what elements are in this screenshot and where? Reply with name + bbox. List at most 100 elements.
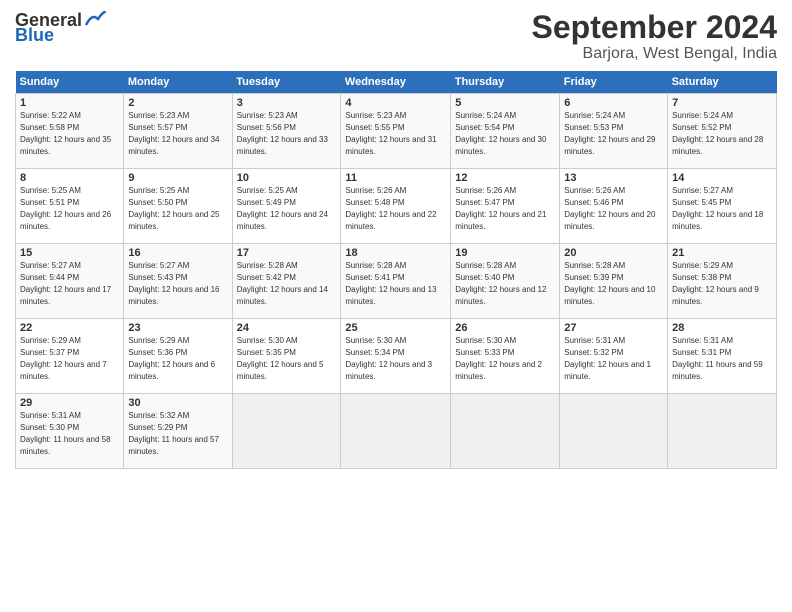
day-info: Sunrise: 5:28 AMSunset: 5:40 PMDaylight:… bbox=[455, 261, 546, 305]
calendar-cell: 28Sunrise: 5:31 AMSunset: 5:31 PMDayligh… bbox=[668, 319, 777, 394]
calendar-cell: 4 Sunrise: 5:23 AMSunset: 5:55 PMDaylight… bbox=[341, 94, 451, 169]
day-number: 18 bbox=[345, 247, 446, 259]
page-container: General Blue September 2024 Barjora, Wes… bbox=[0, 0, 792, 612]
calendar-week-2: 8 Sunrise: 5:25 AMSunset: 5:51 PMDaylight… bbox=[16, 169, 777, 244]
day-info: Sunrise: 5:27 AMSunset: 5:45 PMDaylight:… bbox=[672, 186, 763, 230]
calendar-cell: 21 Sunrise: 5:29 AMSunset: 5:38 PMDayligh… bbox=[668, 244, 777, 319]
calendar-week-3: 15Sunrise: 5:27 AMSunset: 5:44 PMDayligh… bbox=[16, 244, 777, 319]
col-tuesday: Tuesday bbox=[232, 71, 341, 94]
col-saturday: Saturday bbox=[668, 71, 777, 94]
calendar-cell: 18 Sunrise: 5:28 AMSunset: 5:41 PMDayligh… bbox=[341, 244, 451, 319]
calendar-cell: 16 Sunrise: 5:27 AMSunset: 5:43 PMDayligh… bbox=[124, 244, 232, 319]
day-number: 3 bbox=[237, 97, 337, 109]
calendar-cell: 13Sunrise: 5:26 AMSunset: 5:46 PMDayligh… bbox=[560, 169, 668, 244]
location-title: Barjora, West Bengal, India bbox=[532, 45, 777, 63]
day-number: 22 bbox=[20, 322, 119, 334]
day-info: Sunrise: 5:32 AMSunset: 5:29 PMDaylight:… bbox=[128, 411, 219, 455]
day-info: Sunrise: 5:27 AMSunset: 5:43 PMDaylight:… bbox=[128, 261, 219, 305]
day-number: 1 bbox=[20, 97, 119, 109]
calendar-cell: 5Sunrise: 5:24 AMSunset: 5:54 PMDaylight… bbox=[451, 94, 560, 169]
day-number: 24 bbox=[237, 322, 337, 334]
day-number: 27 bbox=[564, 322, 663, 334]
calendar-cell: 12Sunrise: 5:26 AMSunset: 5:47 PMDayligh… bbox=[451, 169, 560, 244]
logo: General Blue bbox=[15, 10, 106, 46]
month-title: September 2024 bbox=[532, 10, 777, 45]
header: General Blue September 2024 Barjora, Wes… bbox=[15, 10, 777, 63]
day-number: 20 bbox=[564, 247, 663, 259]
calendar-table: Sunday Monday Tuesday Wednesday Thursday… bbox=[15, 71, 777, 469]
calendar-cell: 23Sunrise: 5:29 AMSunset: 5:36 PMDayligh… bbox=[124, 319, 232, 394]
col-wednesday: Wednesday bbox=[341, 71, 451, 94]
day-info: Sunrise: 5:30 AMSunset: 5:34 PMDaylight:… bbox=[345, 336, 432, 380]
day-info: Sunrise: 5:30 AMSunset: 5:35 PMDaylight:… bbox=[237, 336, 324, 380]
calendar-cell: 22Sunrise: 5:29 AMSunset: 5:37 PMDayligh… bbox=[16, 319, 124, 394]
logo-icon bbox=[84, 11, 106, 27]
calendar-cell: 20 Sunrise: 5:28 AMSunset: 5:39 PMDayligh… bbox=[560, 244, 668, 319]
calendar-cell: 10 Sunrise: 5:25 AMSunset: 5:49 PMDayligh… bbox=[232, 169, 341, 244]
day-number: 17 bbox=[237, 247, 337, 259]
calendar-body: 1Sunrise: 5:22 AMSunset: 5:58 PMDaylight… bbox=[16, 94, 777, 469]
calendar-cell: 17Sunrise: 5:28 AMSunset: 5:42 PMDayligh… bbox=[232, 244, 341, 319]
calendar-cell: 29Sunrise: 5:31 AMSunset: 5:30 PMDayligh… bbox=[16, 394, 124, 469]
calendar-cell: 27Sunrise: 5:31 AMSunset: 5:32 PMDayligh… bbox=[560, 319, 668, 394]
calendar-cell: 19 Sunrise: 5:28 AMSunset: 5:40 PMDayligh… bbox=[451, 244, 560, 319]
day-info: Sunrise: 5:31 AMSunset: 5:31 PMDaylight:… bbox=[672, 336, 763, 380]
calendar-cell: 7 Sunrise: 5:24 AMSunset: 5:52 PMDaylight… bbox=[668, 94, 777, 169]
day-info: Sunrise: 5:30 AMSunset: 5:33 PMDaylight:… bbox=[455, 336, 542, 380]
calendar-cell: 25Sunrise: 5:30 AMSunset: 5:34 PMDayligh… bbox=[341, 319, 451, 394]
day-info: Sunrise: 5:28 AMSunset: 5:41 PMDaylight:… bbox=[345, 261, 436, 305]
day-info: Sunrise: 5:24 AMSunset: 5:53 PMDaylight:… bbox=[564, 111, 655, 155]
day-number: 4 bbox=[345, 97, 446, 109]
calendar-week-5: 29Sunrise: 5:31 AMSunset: 5:30 PMDayligh… bbox=[16, 394, 777, 469]
day-number: 11 bbox=[345, 172, 446, 184]
day-info: Sunrise: 5:24 AMSunset: 5:52 PMDaylight:… bbox=[672, 111, 763, 155]
calendar-cell: 11 Sunrise: 5:26 AMSunset: 5:48 PMDayligh… bbox=[341, 169, 451, 244]
calendar-cell: 26 Sunrise: 5:30 AMSunset: 5:33 PMDayligh… bbox=[451, 319, 560, 394]
day-info: Sunrise: 5:23 AMSunset: 5:55 PMDaylight:… bbox=[345, 111, 436, 155]
calendar-cell: 9Sunrise: 5:25 AMSunset: 5:50 PMDaylight… bbox=[124, 169, 232, 244]
day-number: 8 bbox=[20, 172, 119, 184]
day-info: Sunrise: 5:28 AMSunset: 5:39 PMDaylight:… bbox=[564, 261, 655, 305]
calendar-cell: 1Sunrise: 5:22 AMSunset: 5:58 PMDaylight… bbox=[16, 94, 124, 169]
calendar-cell: 2Sunrise: 5:23 AMSunset: 5:57 PMDaylight… bbox=[124, 94, 232, 169]
day-number: 15 bbox=[20, 247, 119, 259]
day-number: 10 bbox=[237, 172, 337, 184]
calendar-cell: 8 Sunrise: 5:25 AMSunset: 5:51 PMDaylight… bbox=[16, 169, 124, 244]
calendar-cell bbox=[560, 394, 668, 469]
calendar-week-4: 22Sunrise: 5:29 AMSunset: 5:37 PMDayligh… bbox=[16, 319, 777, 394]
col-monday: Monday bbox=[124, 71, 232, 94]
day-number: 7 bbox=[672, 97, 772, 109]
day-info: Sunrise: 5:25 AMSunset: 5:50 PMDaylight:… bbox=[128, 186, 219, 230]
calendar-cell: 15Sunrise: 5:27 AMSunset: 5:44 PMDayligh… bbox=[16, 244, 124, 319]
day-info: Sunrise: 5:25 AMSunset: 5:51 PMDaylight:… bbox=[20, 186, 111, 230]
calendar-cell: 3 Sunrise: 5:23 AMSunset: 5:56 PMDaylight… bbox=[232, 94, 341, 169]
calendar-cell bbox=[668, 394, 777, 469]
day-number: 14 bbox=[672, 172, 772, 184]
logo-blue: Blue bbox=[15, 25, 54, 46]
day-number: 2 bbox=[128, 97, 227, 109]
day-info: Sunrise: 5:26 AMSunset: 5:46 PMDaylight:… bbox=[564, 186, 655, 230]
day-number: 19 bbox=[455, 247, 555, 259]
calendar-cell bbox=[341, 394, 451, 469]
header-row: Sunday Monday Tuesday Wednesday Thursday… bbox=[16, 71, 777, 94]
day-number: 12 bbox=[455, 172, 555, 184]
day-number: 23 bbox=[128, 322, 227, 334]
day-info: Sunrise: 5:25 AMSunset: 5:49 PMDaylight:… bbox=[237, 186, 328, 230]
day-info: Sunrise: 5:29 AMSunset: 5:38 PMDaylight:… bbox=[672, 261, 759, 305]
day-info: Sunrise: 5:31 AMSunset: 5:30 PMDaylight:… bbox=[20, 411, 111, 455]
calendar-cell: 30Sunrise: 5:32 AMSunset: 5:29 PMDayligh… bbox=[124, 394, 232, 469]
day-number: 16 bbox=[128, 247, 227, 259]
day-number: 26 bbox=[455, 322, 555, 334]
day-info: Sunrise: 5:26 AMSunset: 5:48 PMDaylight:… bbox=[345, 186, 436, 230]
day-number: 21 bbox=[672, 247, 772, 259]
day-number: 6 bbox=[564, 97, 663, 109]
calendar-cell bbox=[451, 394, 560, 469]
day-info: Sunrise: 5:23 AMSunset: 5:56 PMDaylight:… bbox=[237, 111, 328, 155]
calendar-cell: 14 Sunrise: 5:27 AMSunset: 5:45 PMDayligh… bbox=[668, 169, 777, 244]
col-friday: Friday bbox=[560, 71, 668, 94]
col-thursday: Thursday bbox=[451, 71, 560, 94]
calendar-week-1: 1Sunrise: 5:22 AMSunset: 5:58 PMDaylight… bbox=[16, 94, 777, 169]
calendar-cell: 24 Sunrise: 5:30 AMSunset: 5:35 PMDayligh… bbox=[232, 319, 341, 394]
calendar-cell bbox=[232, 394, 341, 469]
day-number: 5 bbox=[455, 97, 555, 109]
